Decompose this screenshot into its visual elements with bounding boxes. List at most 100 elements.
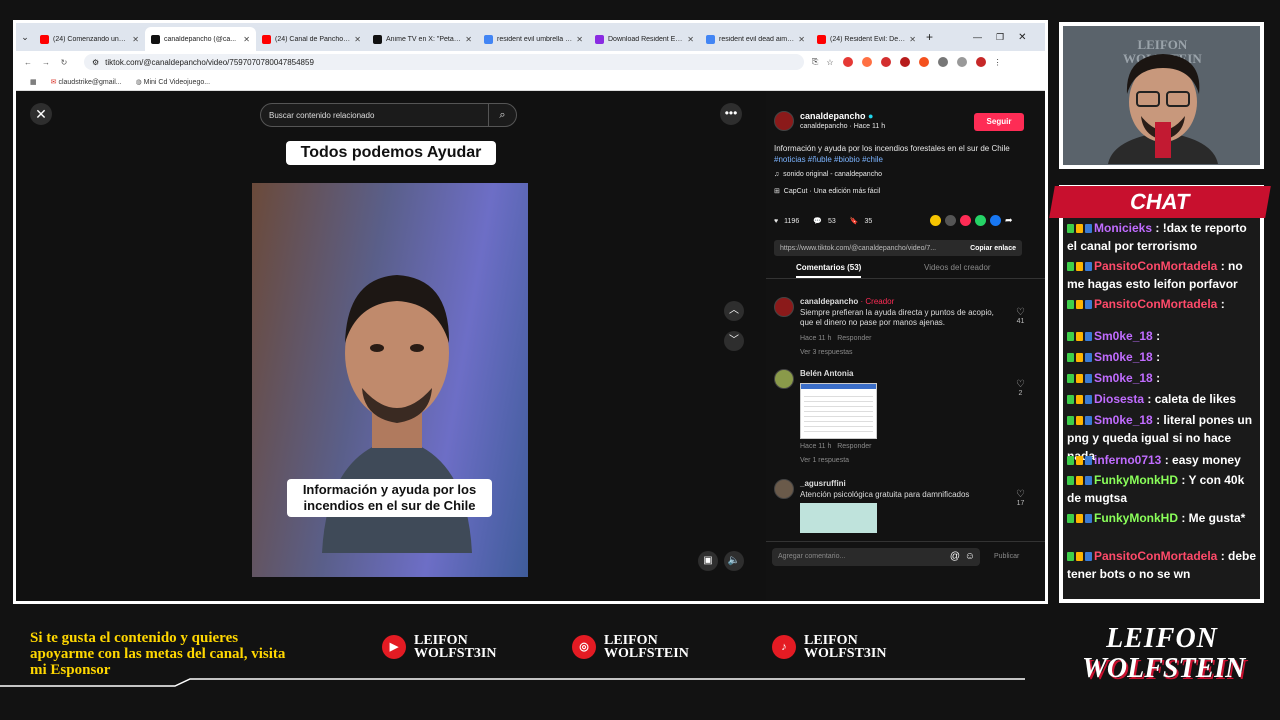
chat-username[interactable]: PansitoConMortadela	[1094, 259, 1217, 273]
sound-link[interactable]: ♫ sonido original - canaldepancho	[774, 171, 882, 178]
facebook-icon[interactable]	[990, 215, 1001, 226]
close-tab-icon[interactable]: ✕	[354, 35, 361, 44]
close-tab-icon[interactable]: ✕	[465, 35, 472, 44]
bookmark-item[interactable]: ◍ Mini Cd Videojuego...	[136, 78, 210, 86]
heart-icon[interactable]: ♡	[1016, 489, 1025, 500]
publish-button[interactable]: Publicar	[994, 553, 1019, 560]
forward-icon[interactable]: →	[40, 58, 52, 67]
heart-icon[interactable]: ♡	[1016, 379, 1025, 390]
more-options-icon[interactable]: •••	[720, 103, 742, 125]
close-window-button[interactable]: ✕	[1018, 32, 1026, 43]
like-icon[interactable]: ♥	[774, 218, 778, 225]
bookmark-star-icon[interactable]: ☆	[826, 58, 833, 67]
chat-username[interactable]: PansitoConMortadela	[1094, 549, 1217, 563]
extensions-icon[interactable]	[937, 57, 948, 67]
chat-username[interactable]: Sm0ke_18	[1094, 350, 1153, 364]
reply-button[interactable]: Responder	[837, 335, 871, 342]
comment-image[interactable]	[800, 383, 877, 439]
browser-tab[interactable]: canaldepancho (@ca... ✕	[145, 27, 256, 51]
chat-username[interactable]: Diosesta	[1094, 392, 1144, 406]
extension-icon[interactable]	[861, 57, 872, 67]
chat-username[interactable]: Monicieks	[1094, 221, 1152, 235]
heart-icon[interactable]: ♡	[1016, 307, 1025, 318]
chat-username[interactable]: FunkyMonkHD	[1094, 473, 1178, 487]
previous-video-icon[interactable]: ︿	[724, 301, 744, 321]
close-tab-icon[interactable]: ✕	[687, 35, 694, 44]
browser-tab[interactable]: Download Resident Evil... ✕	[589, 27, 700, 51]
view-replies-button[interactable]: Ver 1 respuesta	[800, 457, 849, 464]
new-tab-button[interactable]: +	[926, 30, 933, 44]
share-arrow-icon[interactable]: ➦	[1005, 215, 1013, 226]
chat-username[interactable]: Sm0ke_18	[1094, 371, 1153, 385]
profile-avatar[interactable]	[975, 57, 986, 67]
comment-image[interactable]	[800, 503, 877, 533]
emoji-icon[interactable]: ☺	[965, 551, 975, 562]
send-icon[interactable]	[960, 215, 971, 226]
copy-link-button[interactable]: Copiar enlace	[970, 245, 1016, 252]
browser-tab[interactable]: (24) Comenzando una su...✕	[34, 27, 145, 51]
media-icon[interactable]	[956, 57, 967, 67]
whatsapp-icon[interactable]	[975, 215, 986, 226]
maximize-button[interactable]: ❐	[996, 32, 1004, 43]
reload-icon[interactable]: ↻	[58, 58, 70, 67]
close-tab-icon[interactable]: ✕	[576, 35, 583, 44]
author-name[interactable]: canaldepancho ●	[800, 111, 873, 121]
chat-username[interactable]: inferno0713	[1094, 453, 1161, 467]
browser-tab[interactable]: (24) Canal de Pancho Re...✕	[256, 27, 367, 51]
comment-input[interactable]: Agregar comentario... @ ☺	[772, 548, 980, 566]
hashtags[interactable]: #noticias #ñuble #biobio #chile	[774, 155, 883, 164]
site-info-icon[interactable]: ⚙	[92, 58, 99, 67]
extension-icon[interactable]	[842, 57, 853, 67]
pip-icon[interactable]: ▣	[698, 551, 718, 571]
extension-icon[interactable]	[899, 57, 910, 67]
search-icon[interactable]: ⌕	[488, 104, 516, 126]
save-icon[interactable]: 🔖	[850, 217, 859, 225]
tab-creator-videos[interactable]: Videos del creador	[924, 263, 991, 272]
browser-tab[interactable]: resident evil umbrella chr... ✕	[478, 27, 589, 51]
view-replies-button[interactable]: Ver 3 respuestas	[800, 349, 853, 356]
avatar[interactable]	[774, 369, 794, 389]
next-video-icon[interactable]: ﹀	[724, 331, 744, 351]
avatar[interactable]	[774, 111, 794, 131]
extension-icon[interactable]	[880, 57, 891, 67]
embed-icon[interactable]	[945, 215, 956, 226]
close-tab-icon[interactable]: ✕	[909, 35, 916, 44]
link-box: https://www.tiktok.com/@canaldepancho/vi…	[774, 240, 1022, 256]
apps-icon[interactable]: ▦	[30, 78, 37, 86]
share-icon[interactable]	[930, 215, 941, 226]
close-tab-icon[interactable]: ✕	[132, 35, 139, 44]
chat-username[interactable]: FunkyMonkHD	[1094, 511, 1178, 525]
chat-username[interactable]: Sm0ke_18	[1094, 329, 1153, 343]
browser-tab[interactable]: (24) Resident Evil: Dead A...✕	[811, 27, 922, 51]
bookmark-item[interactable]: ✉ claudstrike@gmail...	[51, 78, 122, 86]
volume-icon[interactable]: 🔈	[724, 551, 744, 571]
video-viewer: ✕ Buscar contenido relacionado ⌕ ••• Tod…	[16, 91, 766, 601]
avatar[interactable]	[774, 479, 794, 499]
avatar[interactable]	[774, 297, 794, 317]
browser-tab[interactable]: Anime TV en X: "Petals of... ✕	[367, 27, 478, 51]
chat-username[interactable]: Sm0ke_18	[1094, 413, 1153, 427]
minimize-button[interactable]: —	[973, 32, 982, 42]
reply-button[interactable]: Responder	[837, 443, 871, 450]
menu-icon[interactable]: ⋮	[994, 58, 1002, 67]
mention-icon[interactable]: @	[950, 551, 960, 562]
comment-icon[interactable]: 💬	[813, 217, 822, 225]
video-player[interactable]	[252, 183, 528, 577]
back-icon[interactable]: ←	[22, 58, 34, 67]
url-input[interactable]: ⚙ tiktok.com/@canaldepancho/video/7597070…	[84, 54, 804, 70]
chat-username[interactable]: PansitoConMortadela	[1094, 297, 1217, 311]
tab-search-icon[interactable]: ⌄	[16, 32, 34, 43]
follow-button[interactable]: Seguir	[974, 113, 1024, 131]
search-input[interactable]: Buscar contenido relacionado ⌕	[260, 103, 517, 127]
browser-tab[interactable]: resident evil dead aim pc... ✕	[700, 27, 811, 51]
install-icon[interactable]: ⎘	[812, 57, 818, 67]
close-tab-icon[interactable]: ✕	[243, 35, 250, 44]
extension-icon[interactable]	[918, 57, 929, 67]
capcut-link[interactable]: ⊞ CapCut · Una edición más fácil	[774, 187, 880, 195]
chat-badge-icon	[1085, 395, 1092, 405]
tab-title: Anime TV en X: "Petals of...	[386, 35, 461, 43]
close-icon[interactable]: ✕	[30, 103, 52, 125]
tab-comments[interactable]: Comentarios (53)	[796, 263, 862, 278]
chat-text: :	[1156, 371, 1161, 385]
close-tab-icon[interactable]: ✕	[798, 35, 805, 44]
